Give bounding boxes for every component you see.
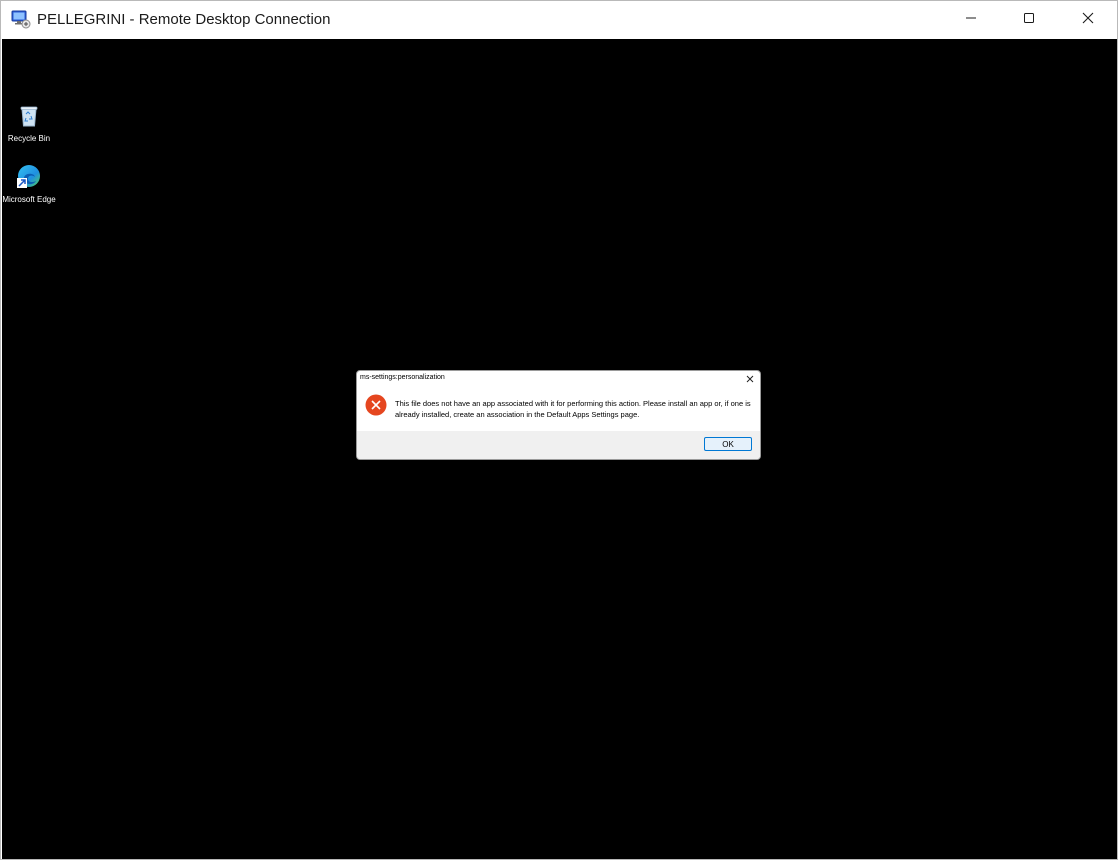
desktop-icon-microsoft-edge[interactable]: Microsoft Edge — [2, 163, 59, 204]
title-bar[interactable]: PELLEGRINI - Remote Desktop Connection — [1, 1, 1117, 38]
close-icon — [1082, 11, 1094, 29]
remote-desktop-window: PELLEGRINI - Remote Desktop Connection R… — [0, 0, 1118, 860]
ok-button[interactable]: OK — [704, 437, 752, 451]
dialog-footer: OK — [357, 431, 760, 459]
error-icon — [365, 394, 387, 416]
remote-desktop-area[interactable]: Recycle Bin Microsoft Edge ms-settings:p… — [2, 39, 1117, 859]
dialog-close-button[interactable] — [743, 372, 757, 386]
window-title: PELLEGRINI - Remote Desktop Connection — [37, 11, 331, 28]
desktop-icon-label: Microsoft Edge — [2, 195, 56, 204]
error-dialog: ms-settings:personalization This file do… — [356, 370, 761, 460]
dialog-body: This file does not have an app associate… — [357, 386, 760, 431]
maximize-icon — [1023, 11, 1035, 29]
minimize-icon — [965, 11, 977, 29]
dialog-title: ms-settings:personalization — [360, 374, 445, 381]
minimize-button[interactable] — [942, 1, 1000, 38]
desktop-icon-recycle-bin[interactable]: Recycle Bin — [2, 104, 59, 143]
maximize-button[interactable] — [1000, 1, 1058, 38]
close-button[interactable] — [1059, 1, 1117, 38]
desktop-icon-label: Recycle Bin — [7, 134, 51, 143]
remote-desktop-icon — [11, 9, 31, 29]
dialog-message: This file does not have an app associate… — [395, 399, 751, 419]
recycle-bin-icon — [18, 106, 40, 132]
edge-icon — [16, 165, 42, 193]
